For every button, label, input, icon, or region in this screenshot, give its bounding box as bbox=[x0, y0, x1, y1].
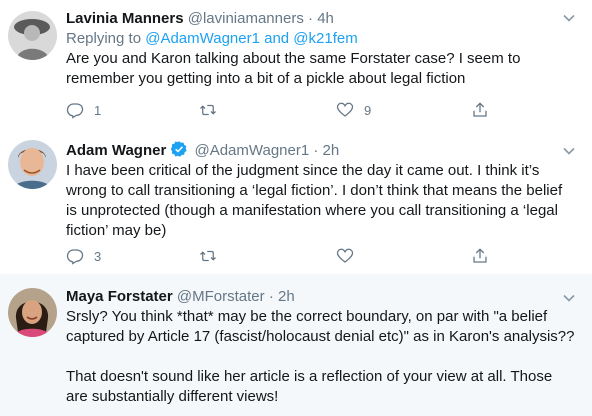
separator-dot: · bbox=[313, 142, 319, 159]
reply-count: 1 bbox=[94, 102, 102, 118]
reply-button[interactable]: 1 bbox=[66, 100, 101, 120]
retweet-icon bbox=[200, 250, 216, 262]
tweet-header: Lavinia Manners @laviniamanners · 4h bbox=[66, 9, 576, 29]
timestamp[interactable]: 4h bbox=[317, 10, 334, 27]
like-count: 9 bbox=[364, 102, 372, 118]
replying-prefix: Replying to bbox=[66, 30, 146, 47]
reply-button[interactable]: 3 bbox=[66, 246, 101, 266]
reply-count: 3 bbox=[94, 248, 102, 264]
chevron-down-icon[interactable] bbox=[562, 291, 576, 305]
heart-icon bbox=[336, 248, 354, 263]
avatar[interactable] bbox=[8, 11, 57, 60]
like-button[interactable] bbox=[336, 246, 364, 266]
tweet-text: Are you and Karon talking about the same… bbox=[66, 50, 525, 87]
tweet-text: Srsly? You think *that* may be the corre… bbox=[66, 308, 575, 405]
replying-to: Replying to @AdamWagner1 and @k21fem bbox=[66, 29, 576, 49]
retweet-button[interactable] bbox=[199, 246, 227, 266]
author-name[interactable]: Lavinia Manners bbox=[66, 10, 184, 27]
tweet-actions: 3 bbox=[66, 246, 496, 266]
author-handle[interactable]: @AdamWagner1 bbox=[194, 142, 309, 159]
replying-to-links[interactable]: @AdamWagner1 and @k21fem bbox=[145, 30, 358, 47]
retweet-button[interactable] bbox=[199, 100, 227, 120]
tweet-actions: 1 9 bbox=[66, 100, 496, 120]
avatar[interactable] bbox=[8, 288, 57, 337]
verified-badge-icon bbox=[171, 141, 187, 157]
timestamp[interactable]: 2h bbox=[323, 142, 340, 159]
tweet-text: I have been critical of the judgment sin… bbox=[66, 162, 567, 239]
timestamp[interactable]: 2h bbox=[278, 288, 295, 305]
separator-dot: · bbox=[308, 10, 314, 27]
author-name[interactable]: Adam Wagner bbox=[66, 142, 166, 159]
share-button[interactable] bbox=[471, 246, 489, 266]
reply-icon bbox=[66, 249, 84, 265]
separator-dot: · bbox=[268, 288, 274, 305]
retweet-icon bbox=[200, 104, 216, 116]
share-button[interactable] bbox=[471, 100, 489, 120]
tweet-lavinia[interactable]: Lavinia Manners @laviniamanners · 4h Rep… bbox=[0, 0, 592, 132]
chevron-down-icon[interactable] bbox=[562, 11, 576, 25]
tweet-header: Adam Wagner @AdamWagner1 · 2h bbox=[66, 140, 576, 161]
heart-icon bbox=[336, 102, 354, 117]
author-handle[interactable]: @MForstater bbox=[177, 288, 265, 305]
author-name[interactable]: Maya Forstater bbox=[66, 288, 173, 305]
reply-icon bbox=[66, 103, 84, 119]
share-icon bbox=[473, 102, 487, 117]
share-icon bbox=[473, 248, 487, 263]
chevron-down-icon[interactable] bbox=[562, 144, 576, 158]
tweet-header: Maya Forstater @MForstater · 2h bbox=[66, 287, 576, 307]
like-button[interactable]: 9 bbox=[336, 100, 371, 120]
author-handle[interactable]: @laviniamanners bbox=[188, 10, 304, 27]
avatar[interactable] bbox=[8, 140, 57, 189]
